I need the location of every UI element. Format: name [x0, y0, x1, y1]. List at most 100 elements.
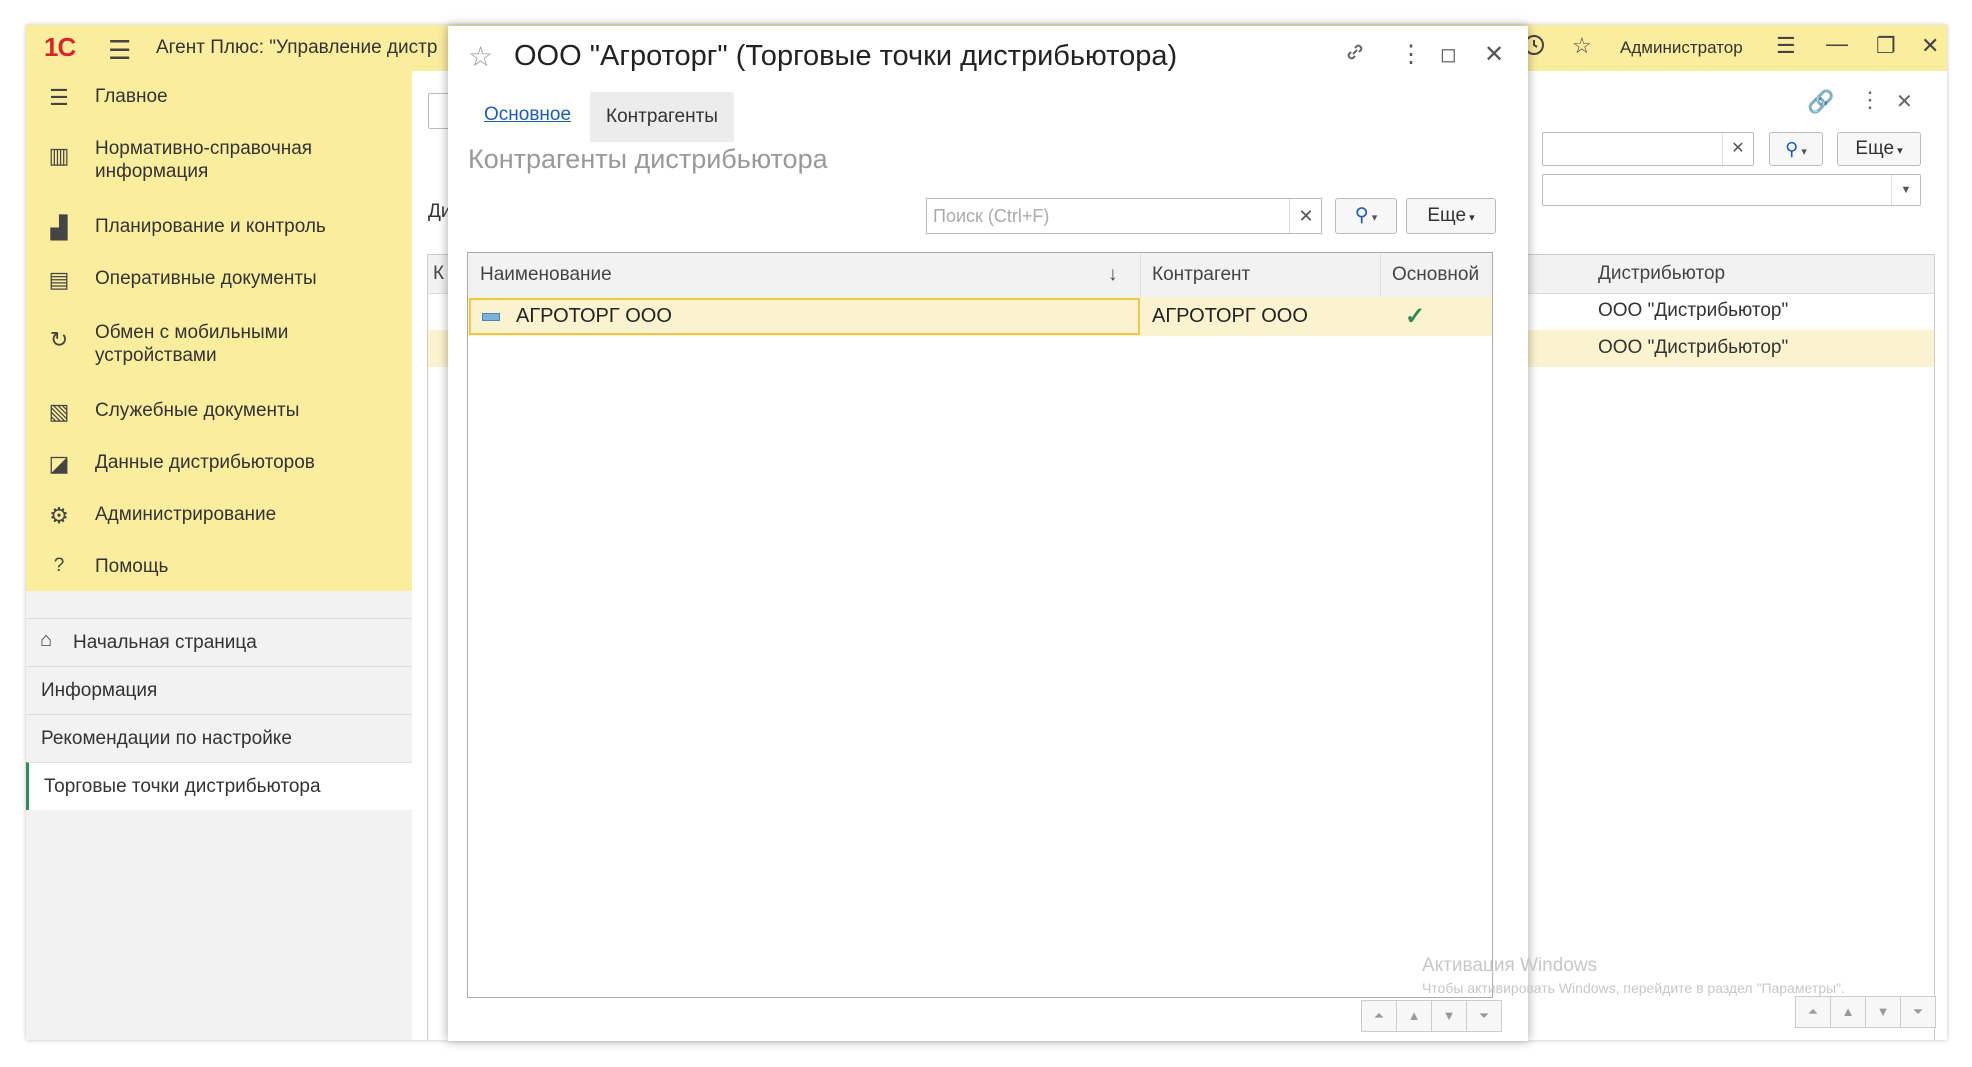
nav-label: Рекомендации по настройке [41, 728, 292, 749]
close-icon[interactable]: ✕ [1484, 40, 1504, 69]
link-icon[interactable]: 🔗 [1807, 89, 1834, 115]
windows-activation-hint: Чтобы активировать Windows, перейдите в … [1422, 980, 1845, 996]
distributor-filter-field[interactable]: ▼ [1542, 174, 1921, 206]
main-menu-icon[interactable]: ☰ [108, 35, 131, 66]
distributor-column-header[interactable]: Дистрибьютор [1598, 263, 1725, 285]
menu-label: Служебные документы [95, 400, 300, 421]
menu-item-administration[interactable]: ⚙ Администрирование [26, 503, 412, 543]
gear-icon: ⚙ [49, 503, 69, 528]
item-marker-icon [482, 313, 500, 321]
contractor-cell[interactable]: АГРОТОРГ ООО [1152, 297, 1308, 336]
chart-icon: ▟ [50, 215, 68, 240]
nav-setup-recommendations[interactable]: Рекомендации по настройке [26, 714, 412, 762]
distributor-cell: ООО "Дистрибьютор" [1598, 337, 1789, 358]
dialog-title: ООО "Агроторг" (Торговые точки дистрибью… [514, 40, 1178, 72]
clear-search-icon[interactable]: ✕ [1289, 199, 1322, 233]
catalog-icon: ▥ [48, 143, 70, 168]
minimize-icon[interactable]: — [1826, 31, 1848, 57]
more-actions-icon[interactable]: ⋮ [1399, 40, 1423, 69]
more-button[interactable]: Еще ▾ [1406, 198, 1496, 234]
user-name[interactable]: Администратор [1620, 38, 1743, 58]
menu-item-main[interactable]: ☰ Главное [26, 85, 412, 125]
menu-item-mobile-exchange[interactable]: ↻ Обмен с мобильными устройствами [26, 321, 412, 371]
sidebar: ☰ Главное ▥ Нормативно-справочная информ… [26, 71, 415, 1040]
table-header: Наименование ↓ Контрагент Основной [468, 253, 1492, 298]
menu-item-planning[interactable]: ▟ Планирование и контроль [26, 215, 412, 255]
hamburger-icon: ☰ [49, 85, 69, 110]
first-row-icon[interactable]: ⏶ [1361, 1000, 1397, 1032]
app-logo: 1С [44, 32, 76, 62]
dropdown-arrow-icon: ▾ [1798, 146, 1807, 158]
menu-label: Главное [95, 86, 168, 107]
menu-label: Планирование и контроль [95, 216, 326, 237]
main-checkmark-icon[interactable]: ✓ [1405, 297, 1425, 336]
first-row-icon[interactable]: ⏶ [1795, 996, 1831, 1028]
close-icon[interactable]: ✕ [1921, 33, 1939, 59]
column-divider [1140, 253, 1141, 297]
windows-activation-title: Активация Windows [1422, 955, 1598, 976]
more-label: Еще [1855, 138, 1895, 159]
menu-item-reference[interactable]: ▥ Нормативно-справочная информация [26, 137, 412, 187]
menu-label: Данные дистрибьюторов [95, 452, 315, 473]
table-row[interactable]: АГРОТОРГ ООО АГРОТОРГ ООО ✓ [468, 297, 1492, 336]
more-actions-icon[interactable]: ⋮ [1859, 87, 1881, 113]
close-form-icon[interactable]: ✕ [1896, 89, 1913, 114]
column-header-name[interactable]: Наименование [480, 253, 612, 297]
home-icon: ⌂ [40, 629, 53, 651]
menu-label: Администрирование [95, 504, 277, 525]
name-cell[interactable]: АГРОТОРГ ООО [516, 297, 672, 336]
restore-icon[interactable]: ❐ [1876, 33, 1896, 59]
column-header-contractor[interactable]: Контрагент [1152, 253, 1250, 297]
menu-item-service-docs[interactable]: ▧ Служебные документы [26, 399, 412, 439]
search-placeholder: Поиск (Ctrl+F) [933, 206, 1050, 226]
background-search-button[interactable]: ⚲ ▾ [1769, 132, 1823, 166]
menu-label: Оперативные документы [95, 268, 317, 289]
clear-icon[interactable]: ✕ [1722, 133, 1753, 165]
tab-main[interactable]: Основное [484, 104, 571, 126]
more-label: Еще [1427, 205, 1467, 226]
sections-menu: ☰ Главное ▥ Нормативно-справочная информ… [26, 71, 412, 591]
next-row-icon[interactable]: ▼ [1865, 996, 1901, 1028]
next-row-icon[interactable]: ▼ [1431, 1000, 1467, 1032]
section-title: Контрагенты дистрибьютора [468, 144, 828, 174]
prev-row-icon[interactable]: ▲ [1830, 996, 1866, 1028]
menu-item-help[interactable]: ? Помощь [26, 555, 412, 595]
documents-icon: ▤ [48, 267, 70, 292]
favorite-star-icon[interactable]: ☆ [468, 40, 493, 73]
nav-home-page[interactable]: ⌂ Начальная страница [26, 618, 412, 666]
dropdown-arrow-icon: ▾ [1894, 145, 1903, 157]
last-row-icon[interactable]: ⏷ [1466, 1000, 1502, 1032]
menu-label: Обмен с мобильными устройствами [95, 322, 289, 366]
app-title: Агент Плюс: "Управление дистр [156, 37, 438, 58]
background-search-input[interactable]: ✕ [1542, 132, 1754, 166]
tab-contractors[interactable]: Контрагенты [590, 92, 734, 142]
menu-label: Нормативно-справочная информация [95, 138, 313, 182]
dropdown-arrow-icon: ▾ [1466, 212, 1475, 224]
background-more-button[interactable]: Еще ▾ [1837, 132, 1921, 166]
nav-distributor-outlets[interactable]: Торговые точки дистрибьютора [26, 762, 415, 810]
column-header-main[interactable]: Основной [1392, 253, 1479, 297]
search-button[interactable]: ⚲ ▾ [1335, 198, 1397, 234]
menu-item-operational-docs[interactable]: ▤ Оперативные документы [26, 267, 412, 307]
column-divider [1380, 253, 1381, 297]
prev-row-icon[interactable]: ▲ [1396, 1000, 1432, 1032]
nav-label: Информация [41, 680, 158, 701]
distributor-cell: ООО "Дистрибьютор" [1598, 300, 1789, 321]
contractors-table: Наименование ↓ Контрагент Основной АГРОТ… [467, 252, 1493, 998]
favorites-icon[interactable]: ☆ [1572, 33, 1592, 59]
distributor-data-icon: ◪ [48, 451, 70, 476]
dropdown-arrow-icon: ▾ [1368, 212, 1378, 224]
dropdown-arrow-icon[interactable]: ▼ [1891, 175, 1920, 205]
maximize-icon[interactable]: ◻ [1440, 42, 1457, 67]
menu-label: Помощь [95, 556, 169, 577]
sort-arrow-icon[interactable]: ↓ [1108, 253, 1118, 297]
nav-information[interactable]: Информация [26, 666, 412, 714]
contractors-dialog: ☆ ООО "Агроторг" (Торговые точки дистриб… [448, 26, 1528, 1041]
last-row-icon[interactable]: ⏷ [1900, 996, 1936, 1028]
search-input[interactable]: Поиск (Ctrl+F) ✕ [926, 198, 1322, 234]
settings-menu-icon[interactable]: ☰ [1776, 33, 1796, 59]
link-icon[interactable] [1343, 40, 1367, 71]
header-partial: К [433, 263, 445, 284]
search-icon: ⚲ [1354, 205, 1369, 226]
menu-item-distributor-data[interactable]: ◪ Данные дистрибьюторов [26, 451, 412, 491]
